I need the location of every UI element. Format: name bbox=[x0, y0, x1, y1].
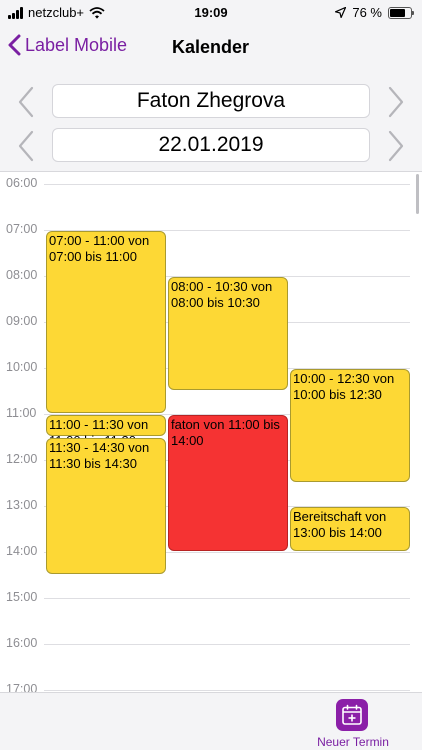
calendar-add-icon bbox=[336, 699, 368, 731]
hour-line bbox=[44, 690, 410, 691]
previous-person-button[interactable] bbox=[11, 84, 41, 120]
next-day-button[interactable] bbox=[381, 128, 411, 164]
chevron-left-icon bbox=[8, 34, 21, 56]
calendar-event-title: 08:00 - 10:30 von 08:00 bis 10:30 bbox=[171, 279, 273, 310]
battery-percent: 76 % bbox=[352, 5, 382, 20]
day-calendar[interactable]: 06:00 07:00 08:00 09:00 10:00 11:00 12:00 13:00… bbox=[0, 172, 422, 692]
previous-day-button[interactable] bbox=[11, 128, 41, 164]
bottom-toolbar: Neuer Termin bbox=[0, 692, 422, 750]
hour-label: 14:00 bbox=[6, 544, 38, 558]
status-bar: netzclub+ 19:09 76 % bbox=[0, 0, 422, 26]
hour-line bbox=[44, 644, 410, 645]
hour-line bbox=[44, 184, 410, 185]
date-selector: 22.01.2019 bbox=[0, 126, 422, 166]
hour-label: 13:00 bbox=[6, 498, 38, 512]
calendar-event[interactable]: 10:00 - 12:30 von 10:00 bis 12:30 bbox=[290, 369, 410, 482]
calendar-event[interactable]: Bereitschaft von 13:00 bis 14:00 bbox=[290, 507, 410, 551]
scroll-indicator[interactable] bbox=[416, 174, 419, 214]
battery-icon bbox=[388, 6, 414, 19]
back-button-label: Label Mobile bbox=[25, 34, 128, 55]
chevron-left-icon bbox=[18, 86, 34, 118]
battery-level bbox=[390, 8, 406, 17]
hour-label: 06:00 bbox=[6, 176, 38, 190]
hour-label: 11:00 bbox=[6, 406, 37, 420]
calendar-event-title: 07:00 - 11:00 von 07:00 bis 11:00 bbox=[49, 233, 150, 264]
calendar-event-title: 11:30 - 14:30 von 11:30 bis 14:30 bbox=[49, 440, 150, 471]
new-appointment-label: Neuer Termin bbox=[317, 735, 389, 749]
back-button[interactable]: Label Mobile bbox=[8, 34, 127, 56]
calendar-event[interactable]: faton von 11:00 bis 14:00 bbox=[168, 415, 288, 551]
hour-label: 09:00 bbox=[6, 314, 38, 328]
hour-line bbox=[44, 598, 410, 599]
status-right: 76 % bbox=[335, 5, 414, 20]
location-arrow-icon bbox=[335, 7, 347, 18]
hour-label: 16:00 bbox=[6, 636, 38, 650]
hour-label: 17:00 bbox=[6, 682, 38, 692]
new-appointment-button[interactable]: Neuer Termin bbox=[300, 699, 406, 749]
hour-row: 06:00 bbox=[0, 176, 422, 230]
person-field[interactable]: Faton Zhegrova bbox=[52, 84, 370, 118]
hour-label: 12:00 bbox=[6, 452, 38, 466]
calendar-event-title: Bereitschaft von 13:00 bis 14:00 bbox=[293, 509, 387, 540]
hour-label: 10:00 bbox=[6, 360, 38, 374]
chevron-right-icon bbox=[388, 130, 404, 162]
next-person-button[interactable] bbox=[381, 84, 411, 120]
calendar-event[interactable]: 08:00 - 10:30 von 08:00 bis 10:30 bbox=[168, 277, 288, 390]
person-selector: Faton Zhegrova bbox=[0, 82, 422, 122]
calendar-event[interactable]: 07:00 - 11:00 von 07:00 bis 11:00 bbox=[46, 231, 166, 413]
calendar-event[interactable]: 11:30 - 14:30 von 11:30 bis 14:30 bbox=[46, 438, 166, 574]
navigation-bar: Label Mobile Kalender bbox=[0, 26, 422, 70]
chevron-right-icon bbox=[388, 86, 404, 118]
calendar-event[interactable]: 11:00 - 11:30 von 11:00 bis 11:30 bbox=[46, 415, 166, 448]
page-title: Kalender bbox=[172, 37, 250, 57]
hour-row: 16:00 bbox=[0, 636, 422, 690]
hour-label: 15:00 bbox=[6, 590, 38, 604]
calendar-event-title: faton von 11:00 bis 14:00 bbox=[171, 417, 280, 448]
calendar-event-title: 10:00 - 12:30 von 10:00 bis 12:30 bbox=[293, 371, 395, 402]
hour-row: 15:00 bbox=[0, 590, 422, 644]
chevron-left-icon bbox=[18, 130, 34, 162]
hour-label: 07:00 bbox=[6, 222, 38, 236]
selector-area: Faton Zhegrova 22.01.2019 bbox=[0, 70, 422, 172]
date-field[interactable]: 22.01.2019 bbox=[52, 128, 370, 162]
hour-label: 08:00 bbox=[6, 268, 38, 282]
calendar-plus-icon bbox=[342, 704, 362, 725]
